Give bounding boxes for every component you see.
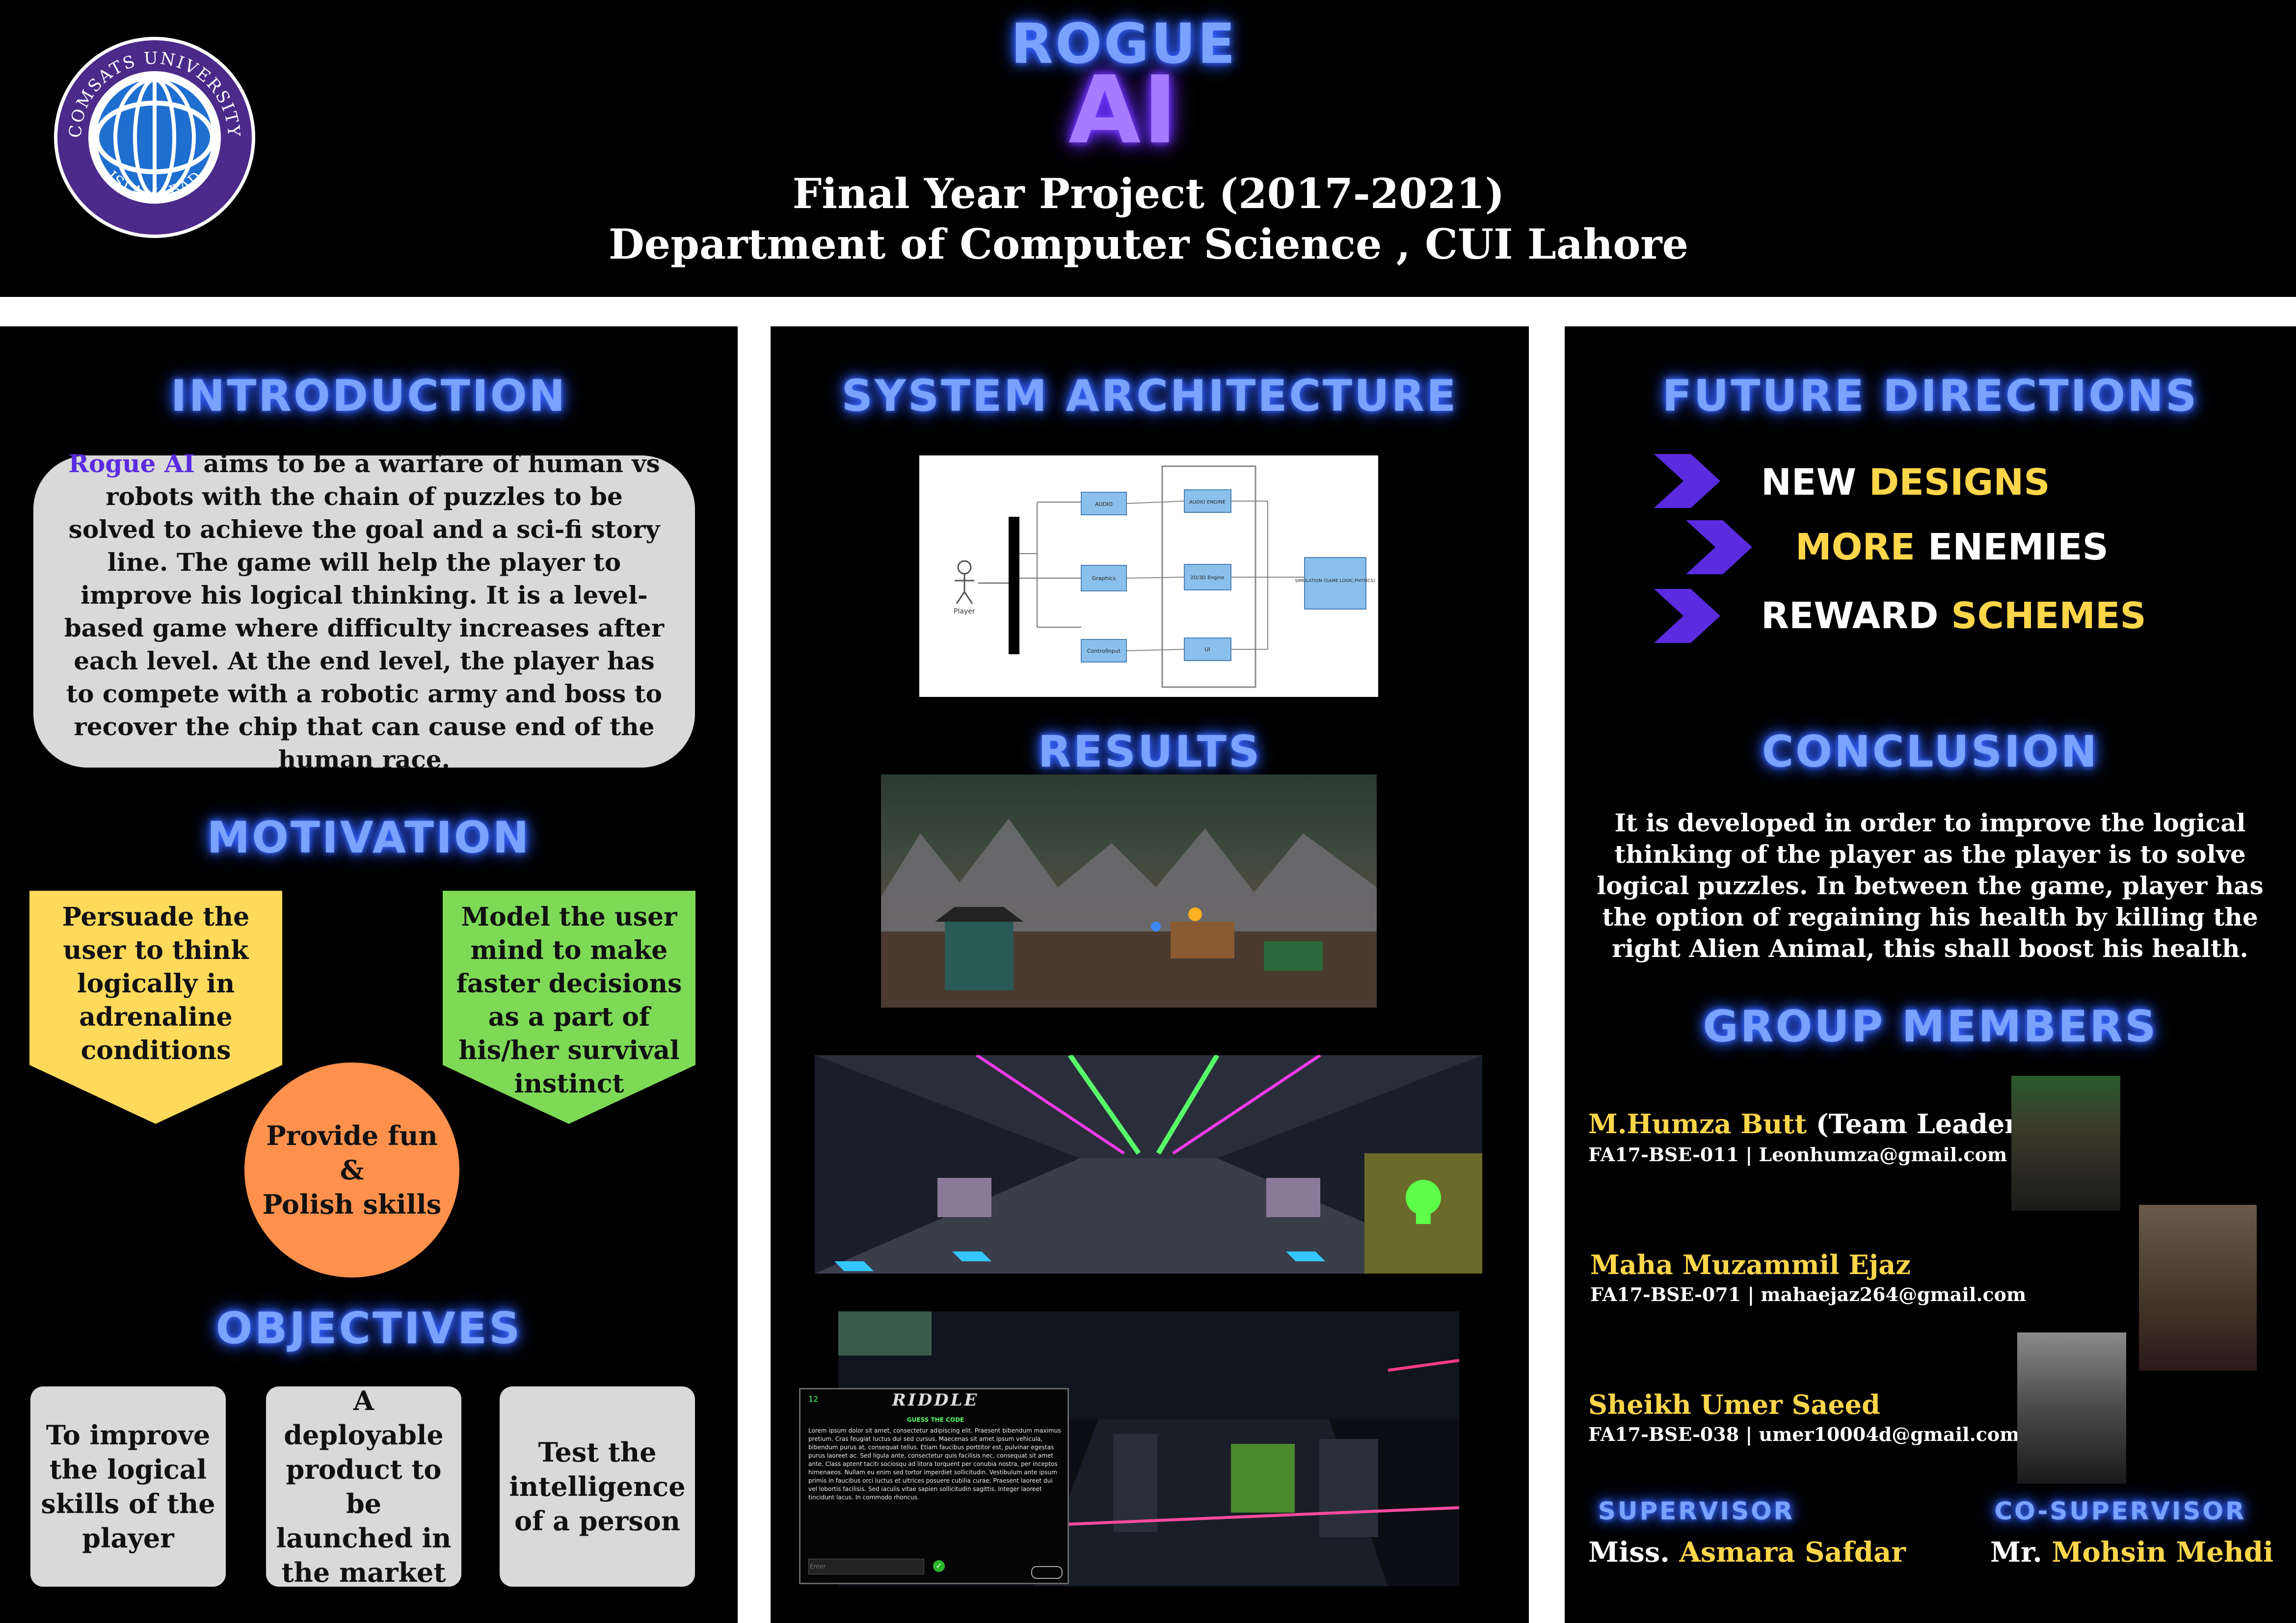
- objective-card-3: Test the intelligence of a person: [500, 1386, 695, 1587]
- box-audio: AUDIO: [1095, 501, 1113, 507]
- motivation-heading: MOTIVATION: [207, 812, 531, 863]
- cosupervisor-name: Mr. Mohsin Mehdi: [1990, 1536, 2274, 1569]
- cosupervisor-label: CO-SUPERVISOR: [1994, 1497, 2246, 1525]
- motivation-circle: Provide fun & Polish skills: [244, 1063, 459, 1277]
- box-engine: 2D/3D Engine: [1191, 575, 1225, 581]
- future-directions-heading: FUTURE DIRECTIONS: [1662, 371, 2199, 421]
- riddle-subtitle: GUESS THE CODE: [907, 1416, 964, 1423]
- box-graphics: Graphics: [1092, 575, 1116, 582]
- subtitle-project: Final Year Project (2017-2021): [792, 169, 1505, 218]
- riddle-answer-input[interactable]: [808, 1559, 924, 1574]
- member-1-avatar: [2011, 1076, 2120, 1211]
- objectives-heading: OBJECTIVES: [215, 1303, 522, 1354]
- actor-label: Player: [954, 608, 975, 615]
- chevron-right-icon: [1654, 589, 1720, 643]
- subtitle-department: Department of Computer Science , CUI Lah…: [608, 220, 1689, 268]
- box-simulation: SIMULATION (GAME LOGIC,PHYSICS): [1295, 579, 1375, 584]
- riddle-dialog: 12 RIDDLE GUESS THE CODE Lorem ipsum dol…: [799, 1388, 1069, 1584]
- circle-line1: Provide fun: [266, 1120, 438, 1151]
- member-2-avatar: [2139, 1205, 2257, 1371]
- circle-line3: Polish skills: [262, 1189, 442, 1220]
- university-logo: COMSATS UNIVERSITY ISLAMABAD: [54, 37, 255, 238]
- intro-highlight: Rogue AI: [68, 449, 195, 478]
- riddle-title: RIDDLE: [892, 1390, 979, 1410]
- architecture-diagram: Player AUDIO Graphics ControlInput AUDIO…: [919, 455, 1378, 697]
- member-3-info: FA17-BSE-038 | umer10004d@gmail.com: [1588, 1423, 2020, 1445]
- results-heading: RESULTS: [1038, 726, 1262, 777]
- chevron-right-icon: [1686, 520, 1752, 574]
- member-3-name: Sheikh Umer Saeed: [1588, 1389, 1880, 1420]
- intro-text: aims to be a warfare of human vs robots …: [64, 449, 665, 774]
- member-2-info: FA17-BSE-071 | mahaejaz264@gmail.com: [1590, 1283, 2027, 1305]
- objective-card-1: To improve the logical skills of the pla…: [30, 1386, 226, 1587]
- member-1-name: M.Humza Butt (Team Leader): [1588, 1108, 2031, 1140]
- riddle-toggle[interactable]: [1031, 1566, 1063, 1579]
- architecture-heading: SYSTEM ARCHITECTURE: [841, 371, 1458, 421]
- riddle-body: Lorem ipsum dolor sit amet, consectetur …: [808, 1427, 1061, 1501]
- box-audio-engine: AUDIO ENGINE: [1189, 500, 1226, 505]
- motivation-right-text: Model the user mind to make faster decis…: [456, 902, 682, 1099]
- member-3-avatar: [2017, 1332, 2126, 1484]
- circle-line2: &: [340, 1154, 364, 1186]
- supervisor-label: SUPERVISOR: [1598, 1497, 1795, 1525]
- conclusion-text: It is developed in order to improve the …: [1597, 808, 2264, 963]
- introduction-heading: INTRODUCTION: [170, 371, 567, 421]
- future-item-1: NEW DESIGNS: [1761, 461, 2050, 504]
- member-1-info: FA17-BSE-011 | Leonhumza@gmail.com: [1588, 1144, 2007, 1166]
- supervisor-name: Miss. Asmara Safdar: [1588, 1536, 1906, 1569]
- future-item-2: MORE ENEMIES: [1795, 526, 2109, 568]
- conclusion-heading: CONCLUSION: [1762, 726, 2099, 777]
- chevron-right-icon: [1654, 454, 1720, 508]
- group-members-heading: GROUP MEMBERS: [1703, 1001, 2158, 1052]
- riddle-submit-button[interactable]: ✓: [933, 1560, 945, 1572]
- box-ui: UI: [1204, 646, 1210, 653]
- box-controlinput: ControlInput: [1087, 648, 1121, 654]
- result-screenshot-2: [815, 1055, 1482, 1274]
- member-2-name: Maha Muzammil Ejaz: [1590, 1249, 1911, 1280]
- introduction-card: Rogue AI aims to be a warfare of human v…: [33, 449, 695, 774]
- motivation-left-text: Persuade the user to think logically in …: [62, 902, 250, 1065]
- header: COMSATS UNIVERSITY ISLAMABAD ROGUE AI Fi…: [0, 0, 2296, 297]
- future-item-3: REWARD SCHEMES: [1761, 595, 2146, 637]
- title-ai: AI: [1068, 56, 1179, 164]
- objective-card-2: A deployable product to be launched in t…: [266, 1385, 461, 1588]
- result-screenshot-1: [881, 774, 1377, 1008]
